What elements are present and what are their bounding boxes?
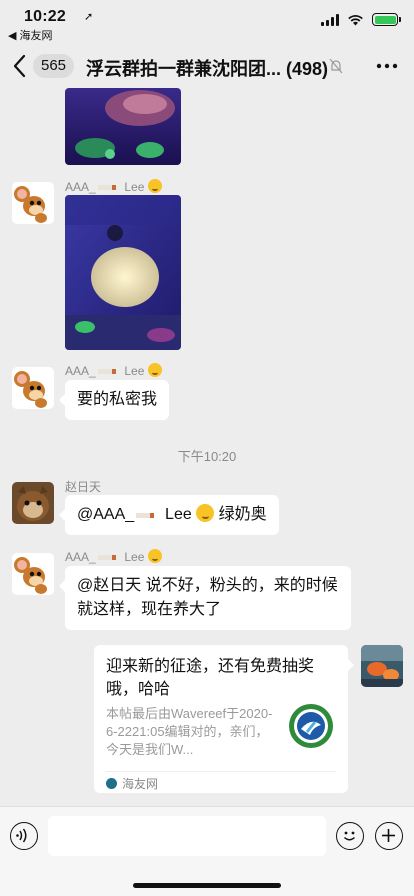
more-options-button[interactable] [376, 56, 398, 76]
cigarette-emoji-icon [97, 185, 116, 190]
smiley-emoji-icon [147, 549, 162, 563]
chat-title: 浮云群拍一群兼沈阳团... (498) [86, 55, 330, 81]
link-card-description: 本帖最后由Wavereef于2020-6-2221:05编辑对的，亲们，今天是我… [106, 706, 273, 757]
sender-name: AAA_ Lee [65, 179, 162, 194]
avatar-zhaoritian[interactable] [12, 482, 54, 524]
cellular-signal-icon [321, 13, 339, 26]
sender-name: AAA_ Lee [65, 363, 162, 378]
link-card[interactable]: 迎来新的征途，还有免费抽奖哦，哈哈 本帖最后由Wavereef于2020-6-2… [94, 645, 354, 793]
link-card-divider [106, 771, 336, 772]
location-arrow-icon: ➚ [84, 11, 94, 23]
voice-icon [16, 828, 27, 843]
coral-photo[interactable] [65, 88, 181, 165]
source-logo-icon [106, 778, 117, 789]
back-to-app-link[interactable]: ◀ 海友网 [8, 27, 53, 43]
message-list[interactable]: AAA_ Lee AAA_ Lee 要的私密我 下午10:20 赵日天 @AAA… [0, 88, 414, 806]
wifi-icon [347, 14, 364, 26]
message-bubble[interactable]: 要的私密我 [58, 380, 170, 420]
more-functions-button[interactable] [375, 822, 403, 850]
smiley-emoji-icon [147, 363, 162, 377]
status-bar: 10:22 ➚ ◀ 海友网 [0, 0, 414, 44]
cigarette-emoji-icon [97, 369, 116, 374]
message-bubble[interactable]: @AAA_ Lee 绿奶奥 [59, 495, 279, 535]
back-button[interactable] [12, 54, 32, 78]
emoji-face-icon [343, 831, 356, 841]
voice-input-button[interactable] [10, 822, 38, 850]
avatar-jerry[interactable] [12, 553, 54, 595]
avatar-jerry[interactable] [12, 182, 54, 224]
home-indicator[interactable] [133, 883, 281, 888]
status-time: 10:22 [24, 8, 66, 25]
chat-header: 565 浮云群拍一群兼沈阳团... (498) [0, 44, 414, 88]
smiley-emoji-icon [147, 179, 162, 193]
member-count: (498) [286, 59, 329, 79]
status-icons [321, 13, 401, 26]
unread-count-badge[interactable]: 565 [33, 54, 75, 78]
chat-name: 浮云群拍一群兼沈阳团... [86, 59, 282, 79]
avatar-self[interactable] [361, 645, 403, 687]
message-bubble[interactable]: @赵日天 说不好，粉头的，来的时候就这样，现在养大了 [59, 566, 351, 630]
link-card-title: 迎来新的征途，还有免费抽奖哦，哈哈 [106, 658, 315, 698]
anemone-photo[interactable] [65, 195, 181, 350]
link-card-source: 海友网 [106, 775, 158, 792]
cigarette-emoji-icon [136, 513, 155, 518]
mute-bell-icon [329, 58, 343, 79]
message-timestamp: 下午10:20 [177, 449, 237, 464]
more-dots-icon [376, 63, 398, 69]
link-card-thumbnail [288, 703, 334, 749]
chevron-left-icon [13, 54, 26, 78]
smiley-emoji-icon [196, 504, 215, 522]
avatar-jerry[interactable] [12, 367, 54, 409]
cigarette-emoji-icon [97, 555, 116, 560]
message-input[interactable] [48, 816, 326, 856]
sender-name: AAA_ Lee [65, 549, 162, 564]
battery-icon [372, 13, 401, 26]
sender-name: 赵日天 [65, 480, 102, 494]
plus-icon [382, 829, 395, 842]
emoji-button[interactable] [336, 822, 364, 850]
